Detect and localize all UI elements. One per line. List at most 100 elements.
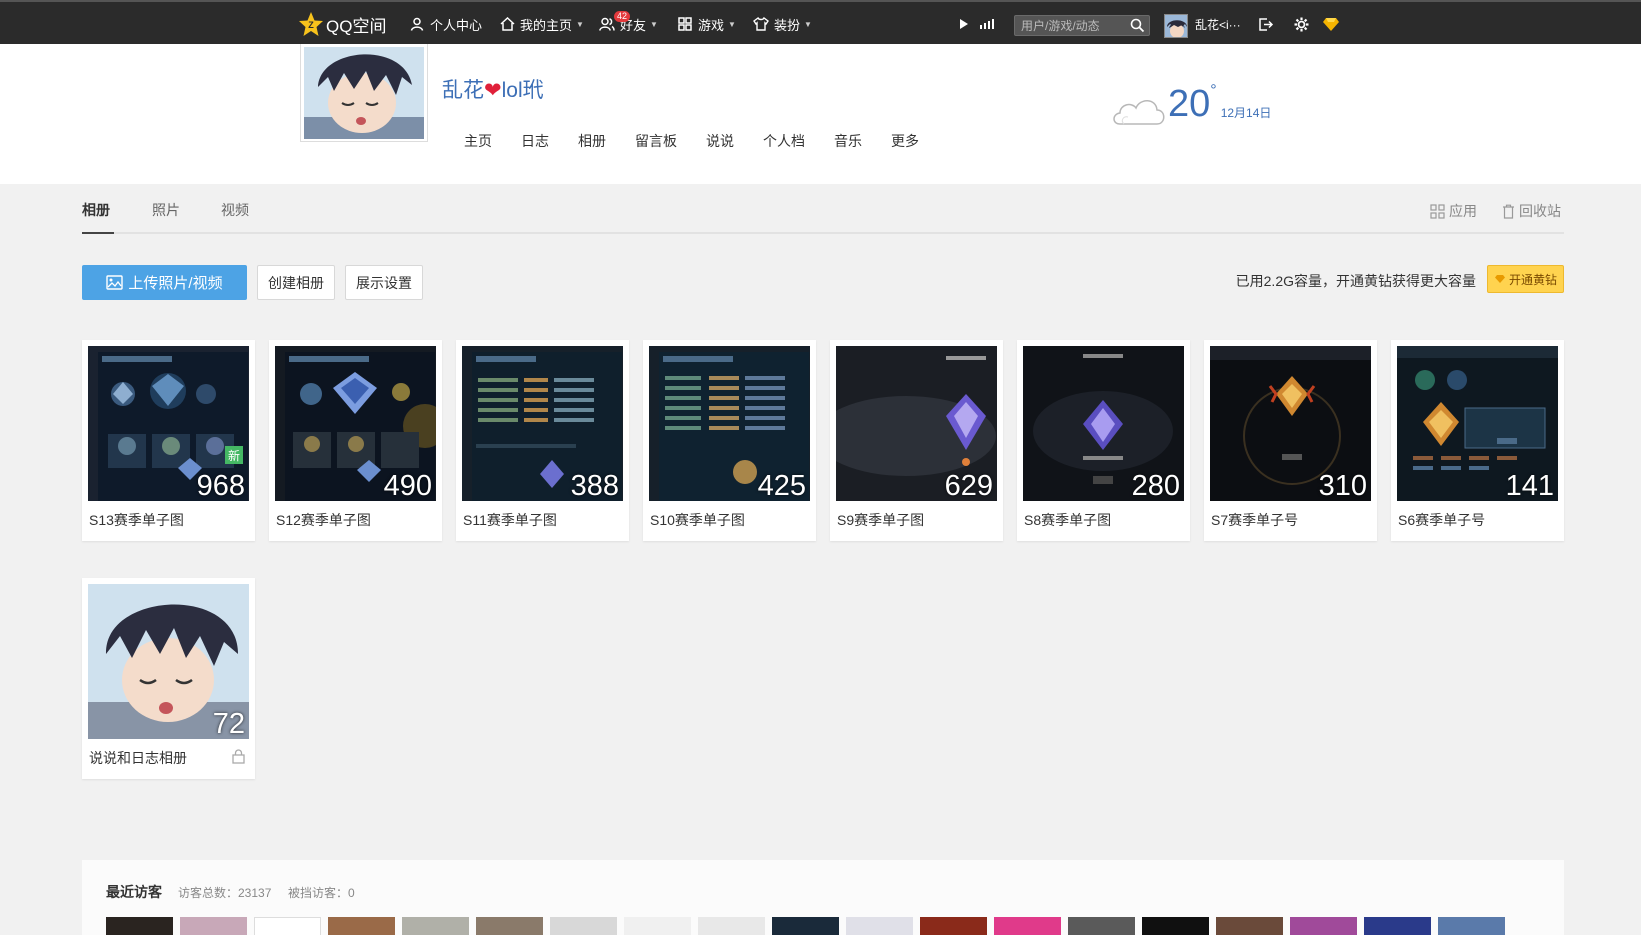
profile-avatar[interactable] (300, 44, 428, 142)
storage-info: 已用2.2G容量，开通黄钻获得更大容量 (1235, 273, 1476, 289)
nav-games[interactable]: 游戏 ▼ (676, 2, 736, 46)
visitor-avatar[interactable] (180, 917, 247, 935)
recycle-bin-label: 回收站 (1519, 203, 1561, 219)
music-level-button[interactable] (978, 2, 1000, 46)
profile-name-part1: 乱花 (442, 79, 484, 102)
album-card[interactable]: 388 S11赛季单子图 (456, 340, 629, 541)
visitor-avatar[interactable] (1142, 917, 1209, 935)
upload-button[interactable]: 上传照片/视频 (82, 265, 247, 300)
weather-widget[interactable]: 20 ° 12月14日 (1110, 82, 1272, 131)
tab-albums[interactable]: 相册 (82, 200, 110, 220)
svg-text:Z: Z (308, 20, 314, 30)
logout-button[interactable] (1257, 2, 1279, 46)
photo-count: 490 (383, 470, 432, 501)
visitor-avatar[interactable] (772, 917, 839, 935)
user-avatar[interactable] (1164, 14, 1188, 38)
settings-button[interactable] (1292, 2, 1314, 46)
visitor-avatar[interactable] (402, 917, 469, 935)
visitor-avatar[interactable] (1290, 917, 1357, 935)
visitor-avatar[interactable] (698, 917, 765, 935)
profile-nav-music[interactable]: 音乐 (834, 131, 862, 151)
visitor-avatar[interactable] (550, 917, 617, 935)
visitor-avatar[interactable] (994, 917, 1061, 935)
album-card[interactable]: 280 S8赛季单子图 (1017, 340, 1190, 541)
visitor-total: 访客总数：23137 (178, 886, 272, 900)
apps-link[interactable]: 应用 (1430, 201, 1477, 221)
profile-nav-more[interactable]: 更多 (891, 131, 919, 151)
visitor-avatar[interactable] (1364, 917, 1431, 935)
profile-name[interactable]: 乱花❤lol玳 (442, 74, 544, 104)
nav-dressup[interactable]: 装扮 ▼ (752, 2, 812, 46)
weather-date: 12月14日 (1220, 106, 1272, 120)
top-nav-bar: Z QQ空间 个人中心 我的主页 ▼ 好友 ▼ 42 游戏 ▼ 装扮 ▼ 用户/… (0, 0, 1641, 44)
friend-notification-badge: 42 (614, 11, 631, 22)
heart-icon: ❤ (484, 79, 502, 102)
visitor-avatar[interactable] (1068, 917, 1135, 935)
blocked-visitors[interactable]: 被挡访客：0 (288, 884, 355, 901)
album-cover: 490 (275, 346, 436, 501)
visitor-avatar[interactable] (920, 917, 987, 935)
open-vip-button[interactable]: 开通黄钻 (1487, 265, 1564, 293)
weather-temperature: 20 (1168, 83, 1211, 125)
album-card[interactable]: 新 968 S13赛季单子图 (82, 340, 255, 541)
profile-nav-profile[interactable]: 个人档 (763, 131, 805, 151)
logo-text: QQ空间 (326, 16, 387, 36)
upload-label: 上传照片/视频 (128, 275, 223, 292)
visitor-avatar[interactable] (846, 917, 913, 935)
album-card[interactable]: 629 S9赛季单子图 (830, 340, 1003, 541)
album-tabs: 相册 照片 视频 应用 回收站 (82, 200, 1564, 234)
grid-icon (676, 15, 694, 33)
new-badge: 新 (225, 446, 243, 464)
album-cover: 388 (462, 346, 623, 501)
nav-personal-center[interactable]: 个人中心 (408, 2, 482, 46)
nav-label: 个人中心 (430, 17, 483, 33)
nav-label: 游戏 (698, 17, 725, 33)
search-box (1014, 15, 1150, 36)
create-album-button[interactable]: 创建相册 (257, 265, 335, 300)
chevron-down-icon: ▼ (576, 19, 584, 29)
album-card[interactable]: 141 S6赛季单子号 (1391, 340, 1564, 541)
profile-nav-album[interactable]: 相册 (578, 131, 606, 151)
display-settings-button[interactable]: 展示设置 (345, 265, 423, 300)
visitor-avatar[interactable] (1216, 917, 1283, 935)
equalizer-icon (978, 15, 996, 33)
album-card[interactable]: 310 S7赛季单子号 (1204, 340, 1377, 541)
profile-nav-home[interactable]: 主页 (464, 131, 492, 151)
nav-label: 装扮 (774, 17, 801, 33)
search-input[interactable] (1015, 16, 1127, 35)
shirt-icon (752, 15, 770, 33)
photo-count: 388 (570, 470, 619, 501)
profile-nav-shuoshuo[interactable]: 说说 (706, 131, 734, 151)
profile-nav-messageboard[interactable]: 留言板 (635, 131, 677, 151)
nav-friends[interactable]: 好友 ▼ (598, 2, 658, 46)
vip-diamond-button[interactable] (1322, 2, 1344, 46)
visitor-avatar[interactable] (476, 917, 543, 935)
music-play-button[interactable] (955, 2, 977, 46)
qzone-star-icon: Z (298, 11, 324, 37)
visitor-avatar[interactable] (1438, 917, 1505, 935)
nav-my-home[interactable]: 我的主页 ▼ (498, 2, 584, 46)
search-icon[interactable] (1130, 18, 1145, 38)
recycle-bin-link[interactable]: 回收站 (1502, 201, 1561, 221)
album-card[interactable]: 490 S12赛季单子图 (269, 340, 442, 541)
album-title: S9赛季单子图 (837, 512, 925, 528)
visitor-avatar[interactable] (254, 917, 321, 935)
album-cover: 425 (649, 346, 810, 501)
trash-icon (1502, 204, 1515, 219)
tab-videos[interactable]: 视频 (221, 200, 249, 220)
photo-count: 629 (944, 470, 993, 501)
album-card[interactable]: 72 说说和日志相册 (82, 578, 255, 779)
user-name-link[interactable]: 乱花<i··· (1195, 2, 1241, 46)
visitor-avatar[interactable] (328, 917, 395, 935)
recent-visitors-title[interactable]: 最近访客 (106, 882, 162, 902)
album-title: S8赛季单子图 (1024, 512, 1112, 528)
album-title: 说说和日志相册 (89, 750, 187, 766)
album-card[interactable]: 425 S10赛季单子图 (643, 340, 816, 541)
profile-nav-blog[interactable]: 日志 (521, 131, 549, 151)
album-title: S11赛季单子图 (463, 512, 557, 528)
visitor-avatar[interactable] (106, 917, 173, 935)
qzone-logo[interactable]: Z QQ空间 (298, 2, 386, 46)
tab-photos[interactable]: 照片 (152, 200, 180, 220)
photo-count: 280 (1131, 470, 1180, 501)
visitor-avatar[interactable] (624, 917, 691, 935)
